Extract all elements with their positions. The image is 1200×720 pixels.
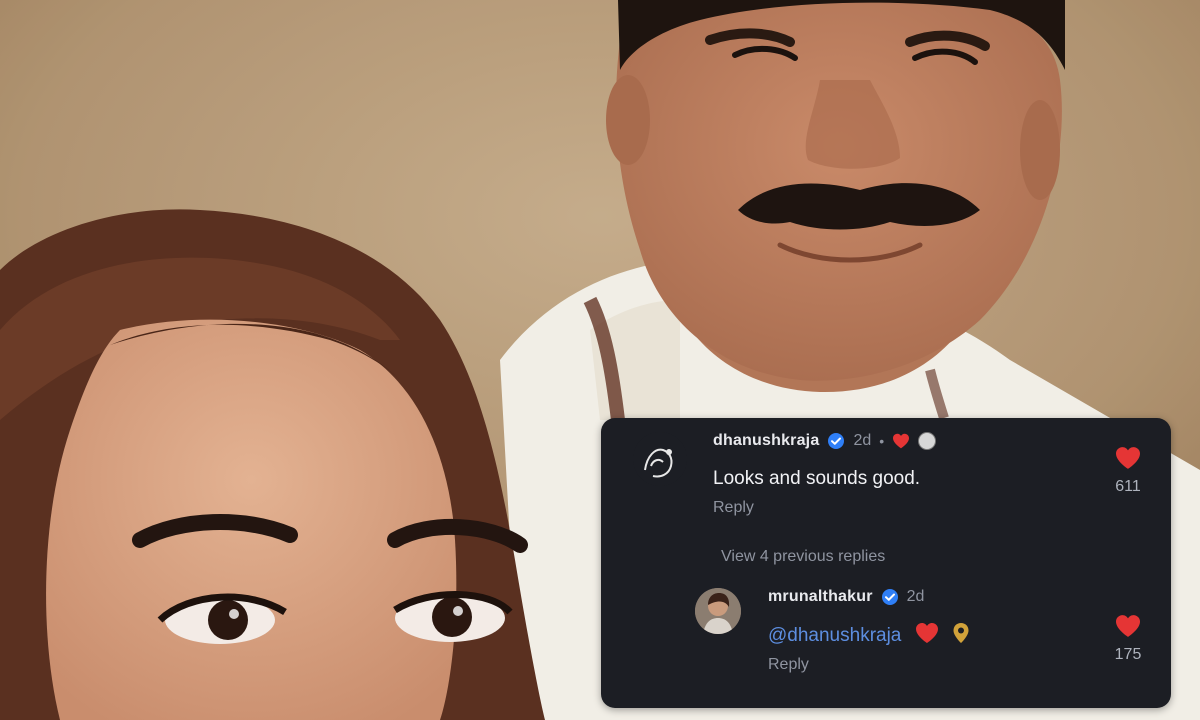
timestamp: 2d [906,588,925,605]
verified-badge-icon [881,588,899,606]
comment-text: Looks and sounds good. [713,468,921,489]
reply-button[interactable]: Reply [768,656,809,674]
reply-button[interactable]: Reply [713,499,754,517]
comment-text: @dhanushkraja [768,622,970,650]
like-count: 175 [1114,646,1142,663]
creator-liked-heart-icon [892,433,910,449]
like-count: 611 [1115,478,1141,495]
timestamp: 2d [853,432,872,449]
user-avatar-icon [633,432,687,486]
comment-panel: dhanushkraja 2d • Looks and sounds good.… [601,418,1171,708]
username[interactable]: dhanushkraja [713,432,819,450]
verified-badge-icon [827,432,845,450]
avatar[interactable] [633,432,687,486]
comment-dhanushkraja: dhanushkraja 2d • Looks and sounds good.… [601,418,1171,528]
username[interactable]: mrunalthakur [768,588,873,606]
location-pin-emoji-icon [952,622,970,650]
comment-header: mrunalthakur 2d [768,588,924,606]
red-heart-emoji-icon [915,622,939,650]
creator-avatar-icon [918,432,937,450]
user-avatar-icon [695,588,741,634]
comment-header: dhanushkraja 2d • [713,432,937,450]
like-heart-icon[interactable] [1114,614,1142,638]
comment-mrunalthakur: mrunalthakur 2d @dhanushkraja Reply 175 [601,588,1171,698]
separator-dot: • [879,433,885,449]
like-heart-icon[interactable] [1114,446,1142,470]
avatar[interactable] [695,588,741,634]
view-previous-replies[interactable]: View 4 previous replies [721,548,885,566]
mention-link[interactable]: @dhanushkraja [768,625,901,646]
